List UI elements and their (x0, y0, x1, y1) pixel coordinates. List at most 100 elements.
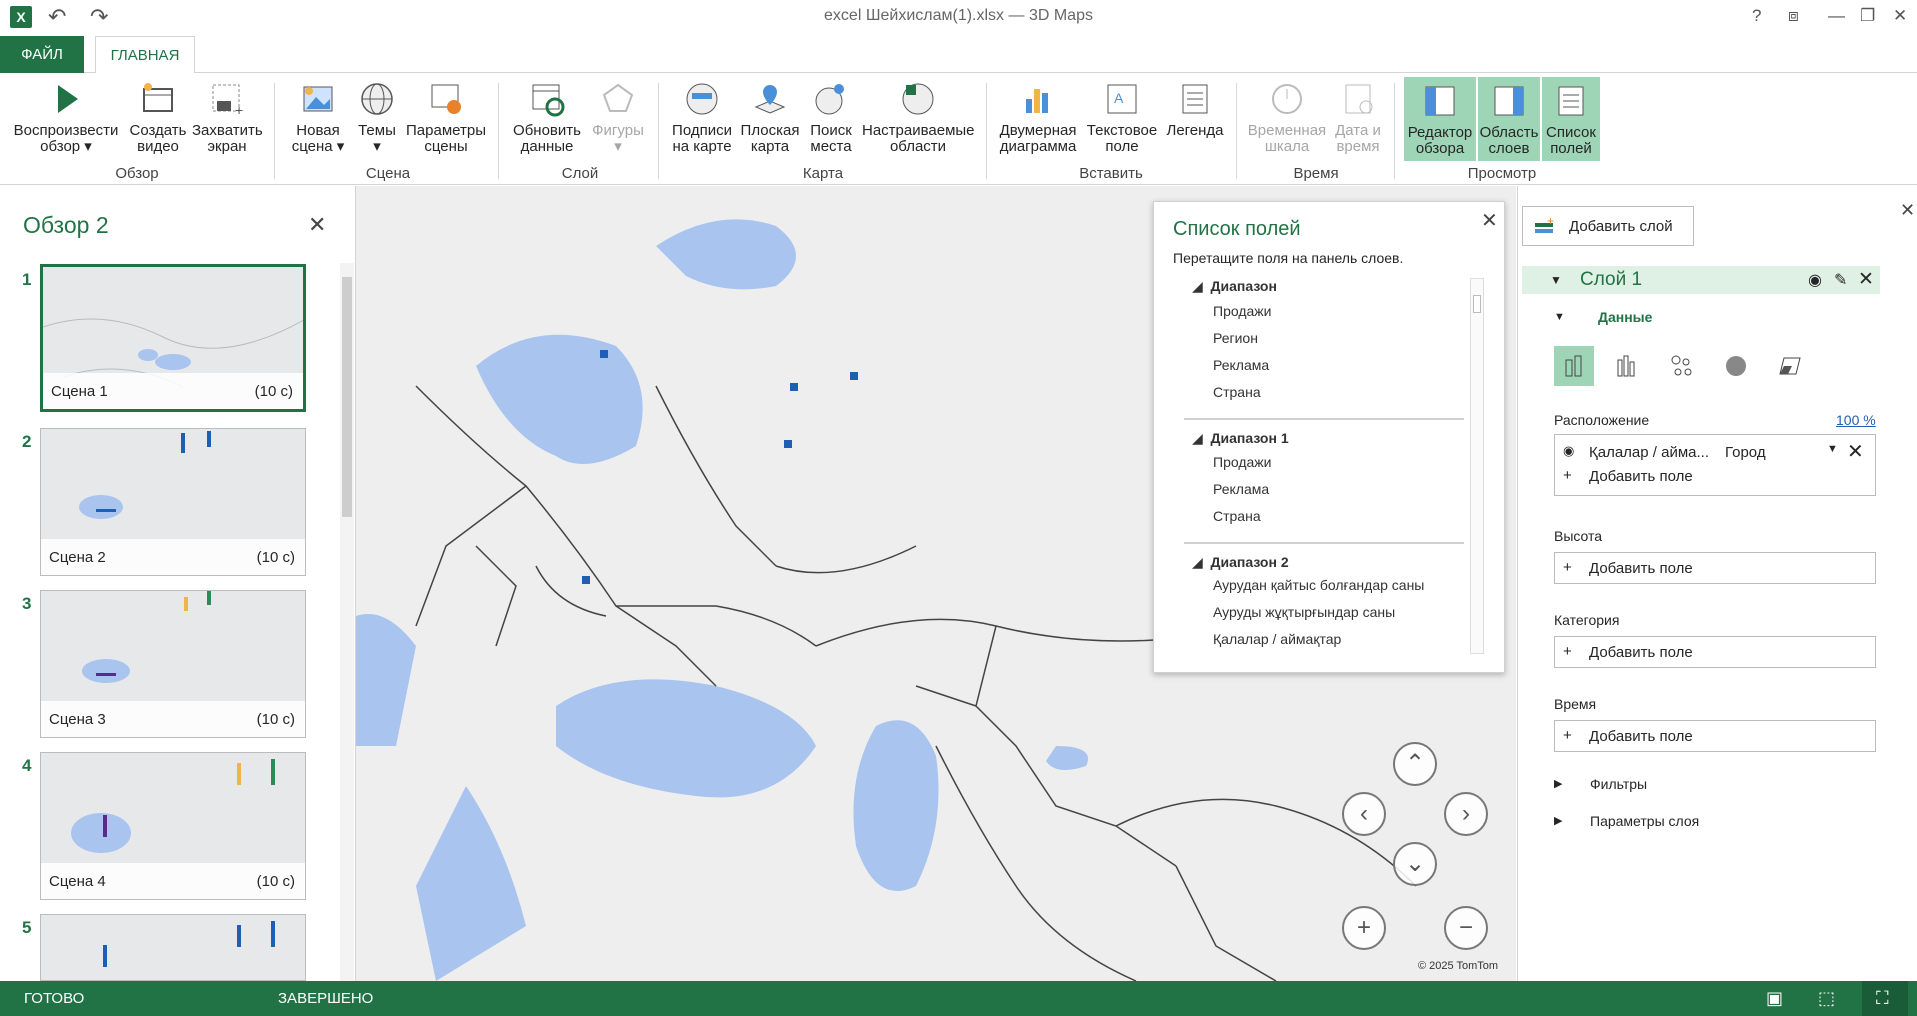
add-category-field[interactable]: Добавить поле (1589, 644, 1693, 661)
delete-layer-icon[interactable]: ✕ (1858, 268, 1874, 291)
field-item[interactable]: Страна (1213, 508, 1261, 524)
themes-button[interactable]: Темы ▾ (352, 79, 402, 155)
data-marker[interactable] (600, 350, 608, 358)
tour-scroll-thumb[interactable] (342, 277, 352, 517)
textbox-button[interactable]: A Текстовое поле (1084, 79, 1160, 155)
expand-data-icon[interactable]: ▼ (1554, 311, 1565, 323)
add-location-field[interactable]: Добавить поле (1589, 468, 1693, 485)
picture-icon[interactable]: ▣ (1766, 988, 1783, 1009)
zoom-in-button[interactable]: + (1342, 906, 1386, 950)
rotate-right-button[interactable]: › (1444, 792, 1488, 836)
stacked-column-viz-button[interactable] (1554, 346, 1594, 386)
scene-thumbnail-1[interactable]: Сцена 1 (10 с) (40, 264, 306, 412)
rotate-left-button[interactable]: ‹ (1342, 792, 1386, 836)
close-field-list-icon[interactable]: ✕ (1481, 208, 1498, 233)
data-marker[interactable] (582, 576, 590, 584)
field-list-scrollbar[interactable] (1470, 278, 1484, 654)
field-list-title: Список полей (1173, 218, 1301, 240)
field-item[interactable]: Аурудан қайтыс болғандар саны (1213, 577, 1424, 593)
data-marker[interactable] (790, 383, 798, 391)
field-item[interactable]: Реклама (1213, 481, 1269, 497)
layer-options-section[interactable]: Параметры слоя (1590, 813, 1699, 829)
help-icon[interactable]: ? (1752, 6, 1761, 26)
svg-text:+: + (235, 102, 243, 118)
add-layer-button[interactable]: + Добавить слой (1522, 206, 1694, 246)
map-labels-button[interactable]: Подписи на карте (668, 79, 736, 155)
tour-scrollbar[interactable] (340, 263, 354, 981)
time-field-box[interactable]: + Добавить поле (1554, 720, 1876, 752)
tour-editor-button[interactable]: Редактор обзора (1404, 77, 1476, 161)
globe-icon (361, 83, 393, 115)
field-item[interactable]: Ауруды жұқтырғындар саны (1213, 604, 1395, 620)
scene-options-button[interactable]: Параметры сцены (404, 79, 488, 155)
plus-icon: + (1563, 467, 1572, 484)
restore-ribbon-icon[interactable]: ⧈ (1788, 6, 1799, 26)
clustered-column-viz-button[interactable] (1608, 346, 1648, 386)
add-time-field[interactable]: Добавить поле (1589, 728, 1693, 745)
data-marker[interactable] (850, 372, 858, 380)
field-item[interactable]: Қалалар / аймақтар (1213, 631, 1341, 647)
edit-pencil-icon[interactable]: ✎ (1834, 270, 1847, 290)
capture-screen-button[interactable]: + Захватить экран (192, 79, 263, 155)
tilt-up-button[interactable]: ⌃ (1393, 742, 1437, 786)
fullscreen-button[interactable]: ⛶ (1862, 981, 1908, 1016)
field-group-header[interactable]: ◢ Диапазон 2 (1192, 554, 1289, 571)
play-tour-button[interactable]: Воспроизвести обзор ▾ (12, 79, 120, 155)
scene-thumbnail-4[interactable]: Сцена 4 (10 с) (40, 752, 306, 900)
minimize-icon[interactable]: — (1828, 6, 1845, 26)
custom-regions-button[interactable]: Настраиваемые области (862, 79, 975, 155)
height-field-box[interactable]: + Добавить поле (1554, 552, 1876, 584)
close-layer-pane-icon[interactable]: ✕ (1900, 200, 1915, 221)
add-height-field[interactable]: Добавить поле (1589, 560, 1693, 577)
field-item[interactable]: Регион (1213, 330, 1258, 346)
timeline-button[interactable]: Временная шкала (1246, 79, 1328, 155)
dropdown-arrow-icon[interactable]: ▼ (1827, 443, 1838, 455)
expand-layer-options-icon[interactable]: ▶ (1554, 814, 1562, 827)
height-label: Высота (1554, 528, 1603, 544)
find-place-button[interactable]: Поиск места (804, 79, 858, 155)
tab-home[interactable]: ГЛАВНАЯ (95, 36, 195, 74)
layer-header[interactable]: ▼ Слой 1 ◉ ✎ ✕ (1522, 266, 1880, 294)
category-field-box[interactable]: + Добавить поле (1554, 636, 1876, 668)
shapes-button[interactable]: Фигуры ▾ (588, 79, 648, 155)
field-item[interactable]: Страна (1213, 384, 1261, 400)
layer-pane-button[interactable]: Область слоев (1478, 77, 1540, 161)
tab-file[interactable]: ФАЙЛ (0, 36, 84, 73)
heatmap-viz-button[interactable] (1716, 346, 1756, 386)
chart2d-button[interactable]: Двумерная диаграмма (996, 79, 1080, 155)
filters-section[interactable]: Фильтры (1590, 776, 1647, 792)
field-item[interactable]: Продажи (1213, 303, 1271, 319)
location-field-name[interactable]: Қалалар / айма... (1589, 444, 1709, 461)
zoom-out-button[interactable]: − (1444, 906, 1488, 950)
scene-thumbnail-2[interactable]: Сцена 2 (10 с) (40, 428, 306, 576)
field-group-header[interactable]: ◢ Диапазон 1 (1192, 430, 1289, 447)
maximize-icon[interactable]: ❐ (1860, 6, 1875, 26)
field-list-scroll-thumb[interactable] (1473, 295, 1481, 313)
region-viz-button[interactable] (1770, 346, 1810, 386)
bubble-viz-button[interactable] (1662, 346, 1702, 386)
legend-button[interactable]: Легенда (1164, 79, 1226, 139)
field-item[interactable]: Реклама (1213, 357, 1269, 373)
create-video-button[interactable]: Создать видео (128, 79, 188, 155)
field-item[interactable]: Продажи (1213, 454, 1271, 470)
field-list-button[interactable]: Список полей (1542, 77, 1600, 161)
visibility-eye-icon[interactable]: ◉ (1808, 270, 1822, 290)
layout-icon[interactable]: ⬚ (1818, 988, 1835, 1009)
flat-map-button[interactable]: Плоская карта (738, 79, 802, 155)
refresh-data-button[interactable]: Обновить данные (510, 79, 584, 155)
new-scene-button[interactable]: Новая сцена ▾ (288, 79, 348, 155)
radio-icon[interactable]: ◉ (1563, 443, 1574, 459)
location-percent[interactable]: 100 % (1836, 412, 1876, 428)
data-marker[interactable] (784, 440, 792, 448)
scene-thumbnail-5[interactable] (40, 914, 306, 981)
datetime-button[interactable]: Дата и время (1330, 79, 1386, 155)
scene-thumbnail-3[interactable]: Сцена 3 (10 с) (40, 590, 306, 738)
remove-field-icon[interactable]: ✕ (1847, 439, 1864, 464)
field-group-header[interactable]: ◢ Диапазон (1192, 278, 1277, 295)
close-window-icon[interactable]: ✕ (1893, 6, 1907, 26)
location-type-select[interactable]: Город (1725, 444, 1766, 461)
collapse-arrow-icon[interactable]: ▼ (1550, 273, 1562, 287)
expand-filters-icon[interactable]: ▶ (1554, 777, 1562, 790)
tilt-down-button[interactable]: ⌄ (1393, 842, 1437, 886)
close-tour-panel-icon[interactable]: ✕ (308, 212, 326, 238)
